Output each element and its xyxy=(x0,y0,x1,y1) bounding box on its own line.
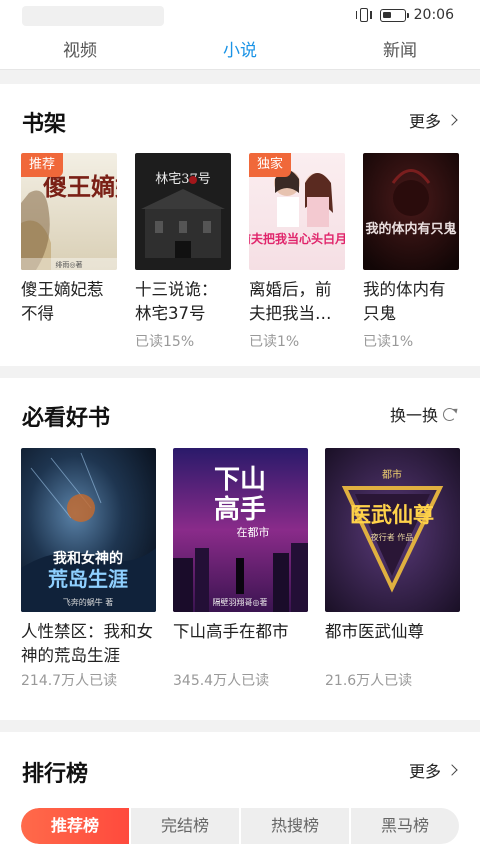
cover-title-text: 我和女神的 xyxy=(53,550,123,567)
cover-title-text-2: 高手 xyxy=(214,494,266,525)
book-title: 我的体内有只鬼 xyxy=(363,280,446,323)
shelf-book[interactable]: 傻王嫡妃 绯雨◎著 推荐 傻王嫡妃惹不得 xyxy=(21,153,117,353)
cover-author-text: 夜行者 作品 xyxy=(371,532,414,542)
book-title: 傻王嫡妃惹不得 xyxy=(21,280,104,323)
book-progress: 已读15% xyxy=(135,334,195,350)
exclusive-badge: 独家 xyxy=(249,153,292,177)
tab-hot-search-ranking[interactable]: 热搜榜 xyxy=(239,808,349,844)
cover-author-text: 隔壁羽翔哥◎著 xyxy=(213,597,268,607)
book-progress: 已读1% xyxy=(363,334,414,350)
book-cover[interactable]: 都市 医武仙尊 夜行者 作品 xyxy=(325,448,460,612)
book-cover[interactable]: 我的体内有只鬼 xyxy=(363,153,459,270)
shelf-book[interactable]: 我的体内有只鬼 我的体内有只鬼 已读1% xyxy=(363,153,459,353)
book-title: 十三说诡：林宅37号 xyxy=(135,280,218,323)
refresh-button[interactable]: 换一换 xyxy=(390,402,456,426)
refresh-label: 换一换 xyxy=(389,406,438,425)
cover-title-text: 下山 xyxy=(214,465,266,495)
ranking-more-label: 更多 xyxy=(408,762,441,781)
bookshelf-title: 书架 xyxy=(22,112,67,137)
vibrate-icon xyxy=(355,7,372,23)
tab-recommended-ranking[interactable]: 推荐榜 xyxy=(21,808,129,844)
book-title: 离婚后，前夫把我当… xyxy=(249,280,332,323)
book-title: 都市医武仙尊 xyxy=(325,622,424,641)
book-cover[interactable]: 我和女神的 荒岛生涯 飞奔的蜗牛 著 xyxy=(21,448,156,612)
must-read-title: 必看好书 xyxy=(22,406,111,431)
book-progress: 已读1% xyxy=(249,334,300,350)
book-readers: 345.4万人已读 xyxy=(173,673,270,689)
book-title: 下山高手在都市 xyxy=(173,622,289,641)
cover-author-text: 绯雨◎著 xyxy=(55,260,82,269)
tab-video[interactable]: 视频 xyxy=(20,36,140,61)
chevron-right-icon xyxy=(446,114,458,126)
bookshelf-more-label: 更多 xyxy=(408,112,441,131)
shelf-book[interactable]: 前夫把我当心头白月光 独家 离婚后，前夫把我当… 已读1% xyxy=(249,153,345,353)
ranking-title: 排行榜 xyxy=(22,762,89,787)
cover-title-text-2: 都市 xyxy=(382,468,402,481)
cover-title-text: 前夫把我当心头白月光 xyxy=(249,231,345,246)
cover-title-text: 林宅37号 xyxy=(155,172,211,187)
book-title: 人性禁区：我和女神的荒岛生涯 xyxy=(21,622,153,665)
ranking-more-button[interactable]: 更多 xyxy=(408,758,458,782)
chevron-right-icon xyxy=(446,764,458,776)
top-tab-bar: 视频 小说 新闻 xyxy=(0,32,480,70)
bookshelf-more-button[interactable]: 更多 xyxy=(408,108,458,132)
cover-title-text-3: 在都市 xyxy=(237,525,270,539)
cover-title-text: 医武仙尊 xyxy=(350,502,434,527)
status-bar: 20:06 xyxy=(0,0,480,32)
tab-completed-ranking[interactable]: 完结榜 xyxy=(129,808,239,844)
status-bar-right: 20:06 xyxy=(355,7,454,23)
must-read-section: 必看好书 换一换 我和女神的 荒岛生涯 飞奔的蜗牛 著 人性禁区：我和女神的荒岛… xyxy=(0,378,480,720)
tab-dark-horse-ranking[interactable]: 黑马榜 xyxy=(349,808,459,844)
cover-title-text-2: 荒岛生涯 xyxy=(48,567,128,591)
recommended-book[interactable]: 都市 医武仙尊 夜行者 作品 都市医武仙尊 21.6万人已读 xyxy=(325,448,460,698)
book-cover[interactable]: 前夫把我当心头白月光 独家 xyxy=(249,153,345,270)
cover-title-text: 我的体内有只鬼 xyxy=(365,221,456,237)
book-cover[interactable]: 傻王嫡妃 绯雨◎著 推荐 xyxy=(21,153,117,270)
recommended-book[interactable]: 下山 高手 在都市 隔壁羽翔哥◎著 下山高手在都市 345.4万人已读 xyxy=(173,448,308,698)
tab-news[interactable]: 新闻 xyxy=(340,36,460,61)
book-readers: 21.6万人已读 xyxy=(325,673,413,689)
battery-icon xyxy=(379,8,409,22)
recommended-book[interactable]: 我和女神的 荒岛生涯 飞奔的蜗牛 著 人性禁区：我和女神的荒岛生涯 214.7万… xyxy=(21,448,156,698)
status-time: 20:06 xyxy=(413,7,454,23)
book-readers: 214.7万人已读 xyxy=(21,673,118,689)
recommend-badge: 推荐 xyxy=(21,153,64,177)
bookshelf-section: 书架 更多 傻王嫡妃 绯雨◎著 推荐 傻王嫡妃惹不得 xyxy=(0,84,480,366)
status-bar-blurred-area xyxy=(22,6,164,26)
book-cover[interactable]: 林宅37号 xyxy=(135,153,231,270)
tab-novel[interactable]: 小说 xyxy=(180,36,300,61)
refresh-icon xyxy=(443,407,456,421)
book-cover[interactable]: 下山 高手 在都市 隔壁羽翔哥◎著 xyxy=(173,448,308,612)
shelf-book[interactable]: 林宅37号 十三说诡：林宅37号 已读15% xyxy=(135,153,231,353)
ranking-tabs: 推荐榜 完结榜 热搜榜 黑马榜 xyxy=(21,808,459,844)
cover-author-text: 飞奔的蜗牛 著 xyxy=(63,597,114,607)
